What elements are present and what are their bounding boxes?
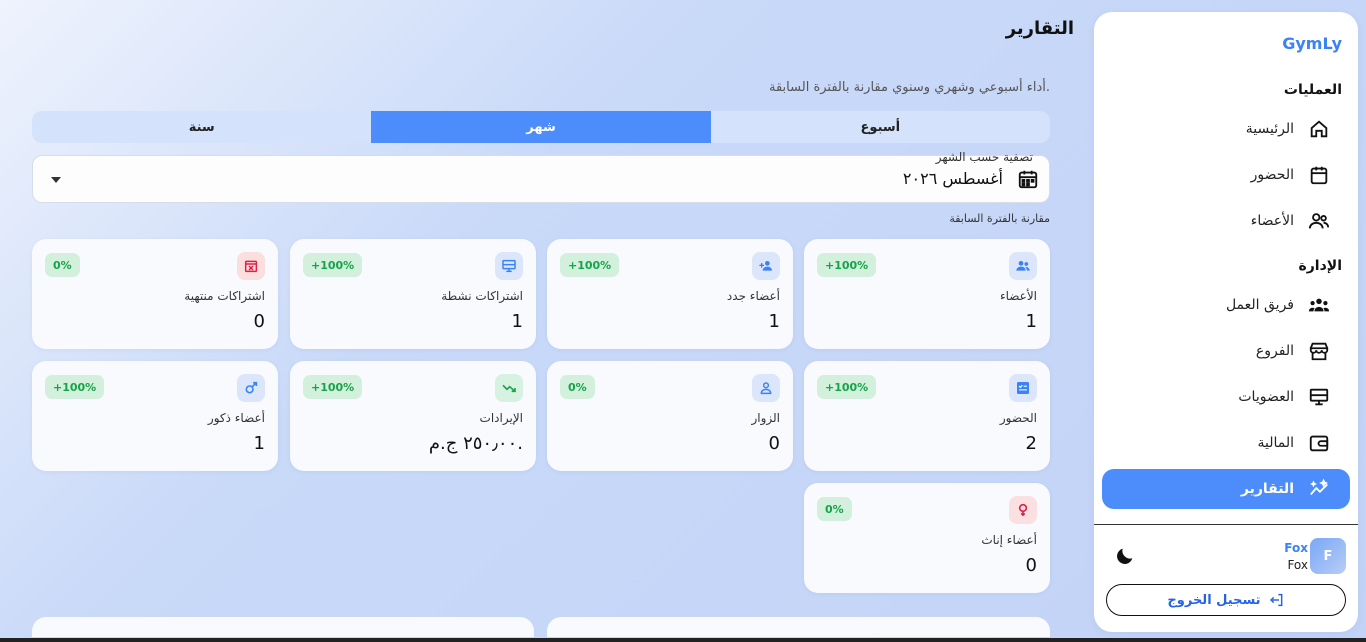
stat-card-active-subscriptions: +100% اشتراكات نشطة 1	[290, 239, 536, 349]
change-badge: +100%	[560, 253, 620, 277]
sidebar-item-attendance[interactable]: الحضور	[1102, 155, 1350, 195]
stat-card-expired-subscriptions: 0% اشتراكات منتهية 0	[32, 239, 278, 349]
change-badge: +100%	[817, 375, 877, 399]
sidebar: GymLy العمليات الرئيسية الحضور الأعضاء ا…	[1094, 12, 1358, 632]
stat-value: 0	[1025, 555, 1037, 576]
moon-icon[interactable]	[1114, 545, 1136, 567]
change-badge: 0%	[560, 375, 595, 399]
sidebar-item-home[interactable]: الرئيسية	[1102, 109, 1350, 149]
chevron-down-icon[interactable]	[51, 177, 61, 183]
store-icon	[1309, 342, 1329, 361]
stat-card-visitors: 0% الزوار 0	[547, 361, 793, 471]
home-icon	[1310, 120, 1328, 138]
stat-label: الزوار	[751, 411, 780, 425]
team-icon	[1308, 298, 1330, 312]
calendar-icon	[1018, 170, 1038, 189]
taskbar-strip	[0, 638, 1366, 642]
card-icon	[495, 252, 523, 280]
sidebar-item-memberships[interactable]: العضويات	[1102, 377, 1350, 417]
sidebar-item-label: المالية	[1257, 435, 1294, 451]
logout-icon	[1269, 593, 1282, 607]
calendar-icon	[1310, 166, 1328, 185]
sidebar-item-label: فريق العمل	[1225, 297, 1294, 313]
user-plus-icon	[752, 252, 780, 280]
section-operations-title: العمليات	[1283, 82, 1342, 98]
users-icon	[1009, 252, 1037, 280]
logout-button[interactable]: تسجيل الخروج	[1106, 584, 1346, 616]
trend-icon	[495, 374, 523, 402]
sidebar-item-reports[interactable]: التقارير	[1102, 469, 1350, 509]
stat-label: الأعضاء	[999, 289, 1037, 303]
sidebar-item-label: الفروع	[1255, 343, 1294, 359]
stat-label: الحضور	[999, 411, 1037, 425]
sidebar-item-label: الحضور	[1250, 167, 1294, 183]
tab-year[interactable]: سنة	[32, 111, 371, 143]
user-name: Fox	[1284, 541, 1308, 555]
stat-value: 1	[768, 311, 780, 332]
tab-month[interactable]: شهر	[371, 111, 711, 143]
filter-label: تصفية حسب الشهر	[935, 150, 1033, 164]
page-title: التقارير	[1005, 18, 1074, 39]
card-icon	[1309, 388, 1329, 406]
avatar[interactable]: F	[1310, 538, 1346, 574]
stat-value: 1	[511, 311, 523, 332]
calendar-x-icon	[237, 252, 265, 280]
sidebar-item-members[interactable]: الأعضاء	[1102, 201, 1350, 241]
female-icon	[1009, 496, 1037, 524]
section-admin-title: الإدارة	[1298, 258, 1342, 274]
stat-label: اشتراكات منتهية	[184, 289, 265, 303]
page-subtitle: أداء أسبوعي وشهري وسنوي مقارنة بالفترة ا…	[769, 80, 1050, 95]
sidebar-item-label: الأعضاء	[1250, 213, 1294, 229]
stat-value: 0	[768, 433, 780, 454]
change-badge: +100%	[303, 375, 363, 399]
period-tabs: أسبوع شهر سنة	[32, 111, 1050, 143]
sidebar-item-label: الرئيسية	[1245, 121, 1294, 137]
user-icon	[752, 374, 780, 402]
stat-label: اشتراكات نشطة	[441, 289, 523, 303]
filter-value: أغسطس ٢٠٢٦	[902, 169, 1003, 188]
change-badge: +100%	[45, 375, 105, 399]
sidebar-item-label: التقارير	[1240, 481, 1294, 497]
sidebar-item-branches[interactable]: الفروع	[1102, 331, 1350, 371]
tab-week[interactable]: أسبوع	[711, 111, 1050, 143]
stat-value: 2	[1025, 433, 1037, 454]
chart-card	[547, 617, 1050, 637]
stat-label: أعضاء جدد	[726, 289, 780, 303]
chart-card	[32, 617, 534, 637]
stat-card-revenue: +100% الإيرادات ٢٥٠٫٠٠ ج.م.	[290, 361, 536, 471]
compare-note: مقارنة بالفترة السابقة	[949, 212, 1050, 225]
male-icon	[237, 374, 265, 402]
stat-label: أعضاء ذكور	[207, 411, 265, 425]
stat-card-male-members: +100% أعضاء ذكور 1	[32, 361, 278, 471]
logout-label: تسجيل الخروج	[1167, 592, 1261, 608]
stat-card-female-members: 0% أعضاء إناث 0	[804, 483, 1050, 593]
stat-card-members: +100% الأعضاء 1	[804, 239, 1050, 349]
change-badge: +100%	[817, 253, 877, 277]
sidebar-item-team[interactable]: فريق العمل	[1102, 285, 1350, 325]
change-badge: +100%	[303, 253, 363, 277]
change-badge: 0%	[45, 253, 80, 277]
stat-label: الإيرادات	[479, 411, 523, 425]
stat-value: 1	[253, 433, 265, 454]
brand-logo[interactable]: GymLy	[1282, 34, 1342, 53]
checklist-icon	[1009, 374, 1037, 402]
change-badge: 0%	[817, 497, 852, 521]
sidebar-divider	[1094, 524, 1358, 525]
stat-value: ٢٥٠٫٠٠ ج.م.	[428, 433, 523, 454]
stat-label: أعضاء إناث	[981, 533, 1037, 547]
stat-card-new-members: +100% أعضاء جدد 1	[547, 239, 793, 349]
month-filter-select[interactable]: تصفية حسب الشهر أغسطس ٢٠٢٦	[32, 150, 1050, 203]
sidebar-item-label: العضويات	[1238, 389, 1294, 405]
stat-value: 0	[253, 311, 265, 332]
stat-value: 1	[1025, 311, 1037, 332]
trending-sparkle-icon	[1310, 478, 1329, 496]
users-icon	[1308, 213, 1330, 229]
wallet-icon	[1309, 435, 1329, 452]
sidebar-item-finance[interactable]: المالية	[1102, 423, 1350, 463]
user-subtitle: Fox	[1287, 558, 1308, 572]
stat-card-attendance: +100% الحضور 2	[804, 361, 1050, 471]
